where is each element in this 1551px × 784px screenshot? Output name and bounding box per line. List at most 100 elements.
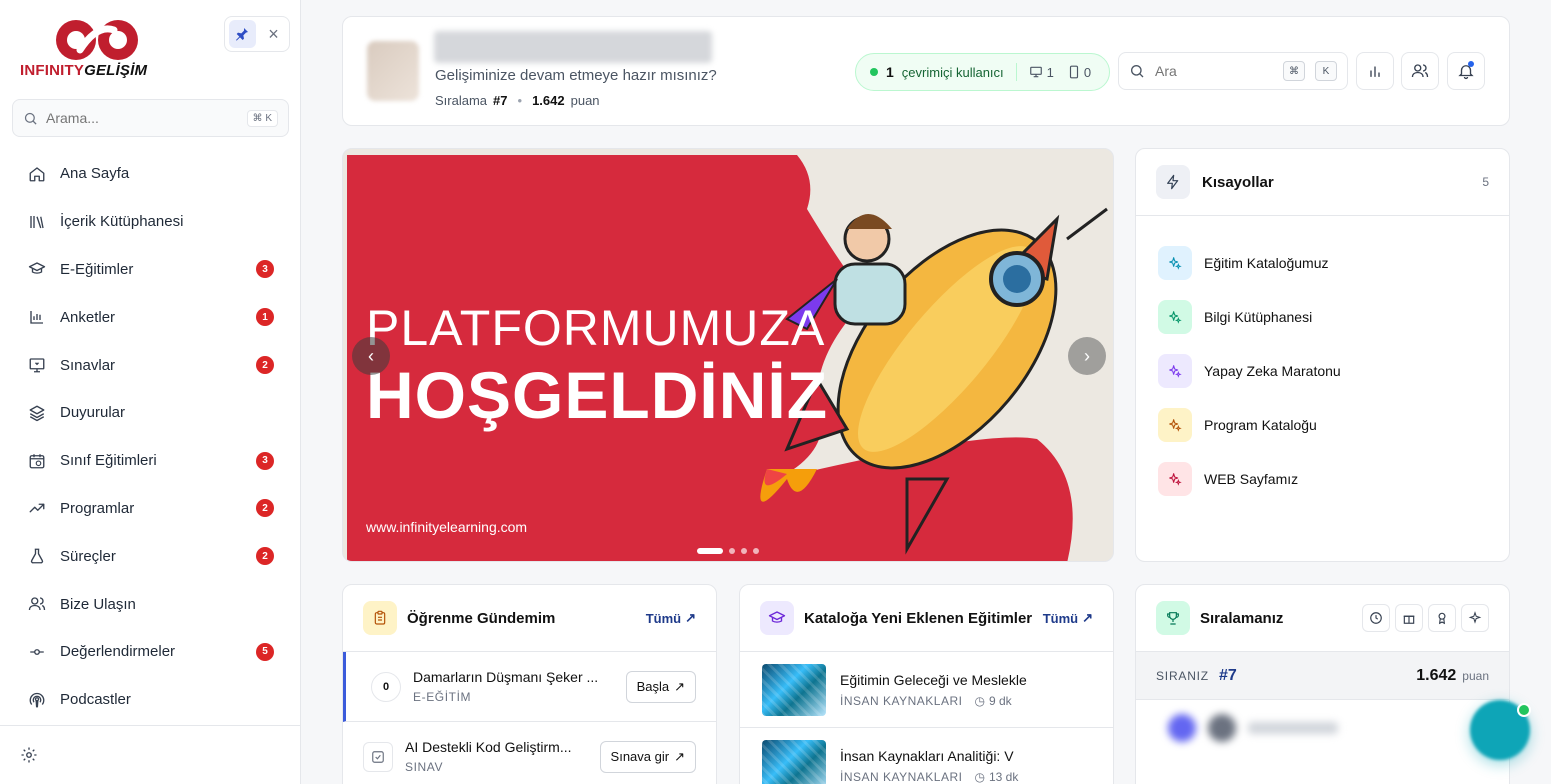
user-rank-summary: Sıralama #7 • 1.642 puan xyxy=(435,93,600,108)
learning-item[interactable]: AI Destekli Kod Geliştirm... SINAV Sınav… xyxy=(343,722,716,784)
header-search-input[interactable] xyxy=(1155,63,1273,79)
gift-filter-button[interactable] xyxy=(1395,604,1423,632)
settings-gear-icon[interactable] xyxy=(20,746,38,764)
close-icon: × xyxy=(268,23,279,44)
your-rank-points: 1.642 puan xyxy=(1416,666,1489,684)
commit-icon xyxy=(30,648,44,655)
your-rank-position: #7 xyxy=(1218,666,1237,684)
shortcuts-card: Kısayollar 5 Eğitim Kataloğumuz Bilgi Küt… xyxy=(1135,148,1510,562)
banner-pagination xyxy=(697,548,759,554)
sidebar-item-bar-chart[interactable]: Anketler 1 xyxy=(16,293,286,341)
assistant-online-dot xyxy=(1517,703,1531,717)
count-badge: 3 xyxy=(256,260,274,279)
online-users-indicator[interactable]: 1 çevrimiçi kullanıcı 1 0 xyxy=(855,53,1110,91)
history-filter-button[interactable] xyxy=(1362,604,1390,632)
sidebar: INFINITYGELİŞİM × ⌘ K Ana Sayfa İçerik Kü… xyxy=(0,0,301,784)
learning-item[interactable]: 0 Damarların Düşmanı Şeker ... E-EĞİTİM … xyxy=(343,652,716,722)
sidebar-item-label: Ana Sayfa xyxy=(60,165,130,183)
chevron-right-icon: › xyxy=(1084,345,1090,366)
search-icon xyxy=(1131,65,1144,78)
users-button[interactable] xyxy=(1401,52,1439,90)
podcast-icon xyxy=(29,692,45,708)
banner-prev-button[interactable]: ‹ xyxy=(352,337,390,375)
slide-dot[interactable] xyxy=(741,548,747,554)
banner-next-button[interactable]: › xyxy=(1068,337,1106,375)
stats-button[interactable] xyxy=(1356,52,1394,90)
start-button[interactable]: Başla ↗ xyxy=(625,670,696,703)
banner-headline-1: PLATFORMUMUZA xyxy=(366,300,826,356)
slide-dot[interactable] xyxy=(697,548,723,554)
sidebar-item-commit[interactable]: Değerlendirmeler 5 xyxy=(16,628,286,676)
catalog-title: Kataloğa Yeni Eklenen Eğitimler xyxy=(804,609,1033,627)
shortcuts-list: Eğitim Kataloğumuz Bilgi Kütüphanesi Yapay… xyxy=(1136,216,1509,526)
trophy-icon xyxy=(1156,601,1190,635)
sparkles-icon xyxy=(1158,300,1192,334)
sidebar-search-input[interactable] xyxy=(46,110,239,126)
pin-sidebar-button[interactable] xyxy=(229,20,256,48)
sidebar-item-layers[interactable]: Duyurular xyxy=(16,389,286,437)
shortcut-item[interactable]: Program Kataloğu xyxy=(1158,398,1487,452)
catalog-item[interactable]: Eğitimin Geleceği ve Meslekle İNSAN KAYN… xyxy=(740,652,1113,728)
welcome-banner-carousel[interactable]: PLATFORMUMUZA HOŞGELDİNİZ www.infinityel… xyxy=(342,148,1114,562)
infinity-gelisim-logo[interactable]: INFINITYGELİŞİM xyxy=(20,18,155,82)
user-avatar[interactable] xyxy=(367,41,419,101)
close-sidebar-button[interactable]: × xyxy=(262,22,285,46)
notifications-button[interactable] xyxy=(1447,52,1485,90)
sidebar-search[interactable]: ⌘ K xyxy=(12,99,289,137)
count-badge: 2 xyxy=(256,547,274,566)
count-badge: 1 xyxy=(256,308,274,327)
sidebar-item-trending-up[interactable]: Programlar 2 xyxy=(16,485,286,533)
mobile-icon xyxy=(1069,65,1078,79)
slide-dot[interactable] xyxy=(753,548,759,554)
catalog-all-link[interactable]: Tümü ↗ xyxy=(1043,610,1093,626)
badge-filter-button[interactable] xyxy=(1428,604,1456,632)
sidebar-item-label: Sınıf Eğitimleri xyxy=(60,452,157,470)
sparkle-filter-button[interactable] xyxy=(1461,604,1489,632)
welcome-subtitle: Gelişiminize devam etmeye hazır mısınız? xyxy=(435,67,717,84)
shortcut-item[interactable]: Yapay Zeka Maratonu xyxy=(1158,344,1487,398)
ranking-header: Sıralamanız xyxy=(1136,585,1509,652)
users-icon xyxy=(1411,64,1429,78)
search-icon xyxy=(24,112,37,125)
count-badge: 2 xyxy=(256,356,274,375)
notification-dot xyxy=(1468,61,1474,67)
arrow-up-right-icon: ↗ xyxy=(674,678,685,694)
sidebar-item-library[interactable]: İçerik Kütüphanesi xyxy=(16,198,286,246)
online-label: çevrimiçi kullanıcı xyxy=(901,64,1004,80)
graduation-cap-icon xyxy=(760,601,794,635)
sparkles-icon xyxy=(1158,408,1192,442)
clock-icon: ◷ xyxy=(974,693,985,708)
points-value: 1.642 xyxy=(532,93,565,108)
arrow-up-right-icon: ↗ xyxy=(674,748,685,764)
learning-all-link[interactable]: Tümü ↗ xyxy=(646,610,696,626)
home-icon xyxy=(29,167,45,182)
sidebar-item-users[interactable]: Bize Ulaşın xyxy=(16,580,286,628)
course-category: İNSAN KAYNAKLARI xyxy=(840,769,963,784)
shortcut-label: WEB Sayfamız xyxy=(1204,471,1299,487)
header-search[interactable]: ⌘ K xyxy=(1118,52,1348,90)
catalog-item[interactable]: İnsan Kaynakları Analitiği: V İNSAN KAYN… xyxy=(740,728,1113,784)
layers-icon xyxy=(29,405,45,422)
sparkles-icon xyxy=(1158,462,1192,496)
infinity-logo-icon xyxy=(56,20,138,60)
trending-up-icon xyxy=(29,504,45,513)
sidebar-item-monitor[interactable]: Sınavlar 2 xyxy=(16,341,286,389)
ranking-title: Sıralamanız xyxy=(1200,609,1284,627)
shortcut-item[interactable]: WEB Sayfamız xyxy=(1158,452,1487,506)
slide-dot[interactable] xyxy=(729,548,735,554)
sidebar-item-calendar-clock[interactable]: Sınıf Eğitimleri 3 xyxy=(16,437,286,485)
sidebar-item-graduation-cap[interactable]: E-Eğitimler 3 xyxy=(16,246,286,294)
sidebar-item-home[interactable]: Ana Sayfa xyxy=(16,150,286,198)
shortcut-item[interactable]: Bilgi Kütüphanesi xyxy=(1158,290,1487,344)
sidebar-item-podcast[interactable]: Podcastler xyxy=(16,676,286,724)
users-icon xyxy=(28,597,46,611)
course-thumbnail xyxy=(762,739,826,784)
sidebar-controls: × xyxy=(224,16,290,52)
course-title: Eğitimin Geleceği ve Meslekle xyxy=(840,671,1027,688)
take-exam-button[interactable]: Sınava gir ↗ xyxy=(599,740,696,773)
clock-icon xyxy=(1370,612,1382,624)
sidebar-item-label: Duyurular xyxy=(60,404,126,422)
clock-icon: ◷ xyxy=(974,769,985,784)
sidebar-item-flask[interactable]: Süreçler 2 xyxy=(16,532,286,580)
shortcut-item[interactable]: Eğitim Kataloğumuz xyxy=(1158,236,1487,290)
